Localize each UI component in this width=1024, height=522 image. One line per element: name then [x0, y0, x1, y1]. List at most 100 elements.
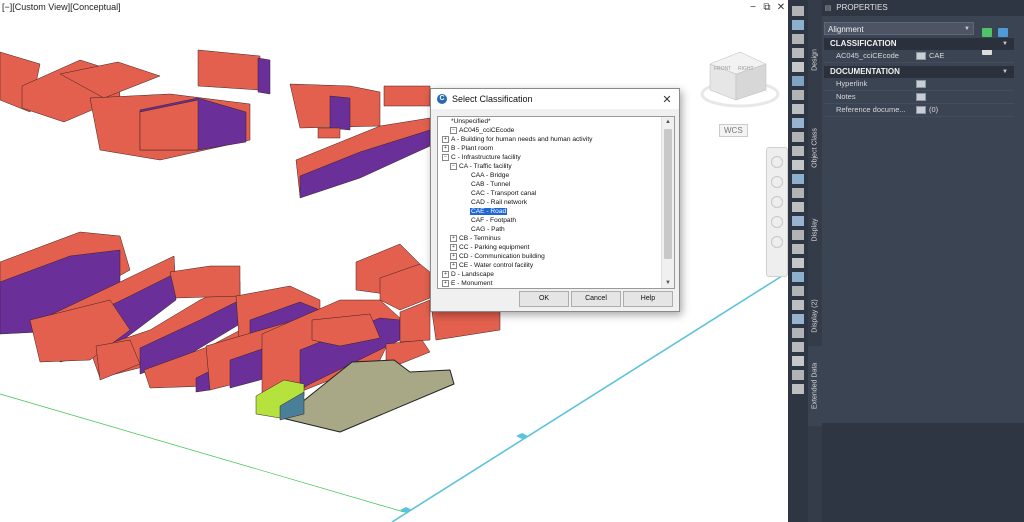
steering-wheel-icon[interactable]: [771, 156, 783, 168]
ok-button[interactable]: OK: [519, 291, 569, 307]
tree-scrollbar[interactable]: ▲ ▼: [661, 117, 674, 288]
tab-object-class[interactable]: Object Class: [808, 96, 822, 200]
tool-palette-icon[interactable]: [792, 132, 804, 142]
property-row[interactable]: Notes: [824, 91, 1014, 104]
tree-node[interactable]: + B - Plant room: [438, 144, 660, 153]
tree-node[interactable]: + E - Monument: [438, 279, 660, 288]
close-icon[interactable]: ✕: [659, 93, 675, 106]
properties-titlebar[interactable]: ▤ PROPERTIES: [822, 0, 1024, 16]
tree-node[interactable]: CAE - Road: [438, 207, 660, 216]
select-objects-icon[interactable]: [998, 28, 1009, 37]
tool-palette-icon[interactable]: [792, 356, 804, 366]
ucs-menu[interactable]: WCS: [719, 124, 748, 137]
cancel-button[interactable]: Cancel: [571, 291, 621, 307]
object-type-select[interactable]: Alignment ▼: [824, 22, 974, 35]
collapse-icon[interactable]: ▼: [1002, 38, 1008, 50]
tab-extended-data[interactable]: Extended Data: [808, 346, 822, 426]
tool-palette-icon[interactable]: [792, 384, 804, 394]
scroll-thumb[interactable]: [664, 129, 672, 259]
tool-palette-icon[interactable]: [792, 272, 804, 282]
viewcube-right-label[interactable]: RIGHT: [738, 66, 754, 72]
expand-icon[interactable]: +: [450, 234, 457, 242]
viewcube-front-label[interactable]: FRONT: [714, 66, 731, 72]
property-value[interactable]: CAE: [916, 50, 944, 62]
tab-design[interactable]: Design: [808, 30, 822, 90]
tree-node[interactable]: *Unspecified*: [438, 117, 660, 126]
orbit-icon[interactable]: [771, 216, 783, 228]
property-value[interactable]: [916, 78, 929, 90]
showmotion-icon[interactable]: [771, 236, 783, 248]
tool-palette-icon[interactable]: [792, 174, 804, 184]
tool-palette-icon[interactable]: [792, 62, 804, 72]
tool-palette-icon[interactable]: [792, 300, 804, 310]
scroll-up-icon[interactable]: ▲: [662, 117, 674, 127]
restore-icon[interactable]: ⧉: [762, 2, 772, 13]
scroll-down-icon[interactable]: ▼: [662, 278, 674, 288]
classification-tree[interactable]: *Unspecified* − AC045_cciCEcode + A - Buildi…: [437, 116, 675, 289]
property-value[interactable]: (0): [916, 104, 938, 116]
edit-value-icon[interactable]: [916, 106, 926, 115]
add-selection-icon[interactable]: [982, 28, 992, 37]
tab-display[interactable]: Display: [808, 200, 822, 260]
tool-palette-icon[interactable]: [792, 216, 804, 226]
tool-palette-icon[interactable]: [792, 244, 804, 254]
tree-node[interactable]: + CB - Terminus: [438, 234, 660, 243]
tool-palette-icon[interactable]: [792, 48, 804, 58]
pan-icon[interactable]: [771, 176, 783, 188]
tool-palette-icon[interactable]: [792, 90, 804, 100]
expand-icon[interactable]: +: [450, 261, 457, 269]
tree-node[interactable]: − C - Infrastructure facility: [438, 153, 660, 162]
tool-palette-icon[interactable]: [792, 230, 804, 240]
edit-value-icon[interactable]: [916, 52, 926, 61]
tool-palette-icon[interactable]: [792, 314, 804, 324]
tree-node[interactable]: + D - Landscape: [438, 270, 660, 279]
tool-palette-icon[interactable]: [792, 258, 804, 268]
expand-icon[interactable]: +: [442, 144, 449, 152]
tree-node[interactable]: CAF - Footpath: [438, 216, 660, 225]
tool-palette-icon[interactable]: [792, 146, 804, 156]
zoom-icon[interactable]: [771, 196, 783, 208]
edit-value-icon[interactable]: [916, 93, 926, 102]
tree-node[interactable]: CAA - Bridge: [438, 171, 660, 180]
tree-node[interactable]: CAD - Rail network: [438, 198, 660, 207]
tool-palette-icon[interactable]: [792, 76, 804, 86]
expand-icon[interactable]: +: [450, 243, 457, 251]
category-header[interactable]: CLASSIFICATION ▼: [824, 38, 1014, 50]
viewport-label[interactable]: [−][Custom View][Conceptual]: [2, 2, 121, 12]
tool-palette-icon[interactable]: [792, 118, 804, 128]
tree-node[interactable]: CAC - Transport canal: [438, 189, 660, 198]
property-row[interactable]: AC045_cciCEcode CAE: [824, 50, 1014, 63]
tree-node[interactable]: − CA - Traffic facility: [438, 162, 660, 171]
minimize-icon[interactable]: −: [748, 2, 758, 13]
tool-palette-icon[interactable]: [792, 370, 804, 380]
edit-value-icon[interactable]: [916, 80, 926, 89]
property-value[interactable]: [916, 91, 929, 103]
property-row[interactable]: Reference docume... (0): [824, 104, 1014, 117]
category-header[interactable]: DOCUMENTATION ▼: [824, 66, 1014, 78]
tree-node[interactable]: CAG - Path: [438, 225, 660, 234]
tree-node[interactable]: CAB - Tunnel: [438, 180, 660, 189]
collapse-icon[interactable]: −: [450, 162, 457, 170]
navigation-bar[interactable]: [766, 147, 788, 277]
expand-icon[interactable]: +: [442, 135, 449, 143]
tool-palette-icon[interactable]: [792, 202, 804, 212]
expand-icon[interactable]: +: [442, 279, 449, 287]
tool-palette-icon[interactable]: [792, 34, 804, 44]
tree-node[interactable]: − AC045_cciCEcode: [438, 126, 660, 135]
close-icon[interactable]: ✕: [776, 2, 786, 13]
collapse-icon[interactable]: −: [450, 126, 457, 134]
tool-palette-icon[interactable]: [792, 104, 804, 114]
tool-palette-icon[interactable]: [792, 20, 804, 30]
help-button[interactable]: Help: [623, 291, 673, 307]
tool-palette-icon[interactable]: [792, 328, 804, 338]
dialog-titlebar[interactable]: C Select Classification ✕: [431, 89, 679, 109]
tool-palette-icon[interactable]: [792, 342, 804, 352]
tool-palette-icon[interactable]: [792, 286, 804, 296]
expand-icon[interactable]: +: [442, 270, 449, 278]
menu-icon[interactable]: ▤: [822, 1, 834, 17]
tree-node[interactable]: + A - Building for human needs and human …: [438, 135, 660, 144]
tree-node[interactable]: + CC - Parking equipment: [438, 243, 660, 252]
tool-palette-icon[interactable]: [792, 188, 804, 198]
tree-node[interactable]: + CE - Water control facility: [438, 261, 660, 270]
property-row[interactable]: Hyperlink: [824, 78, 1014, 91]
